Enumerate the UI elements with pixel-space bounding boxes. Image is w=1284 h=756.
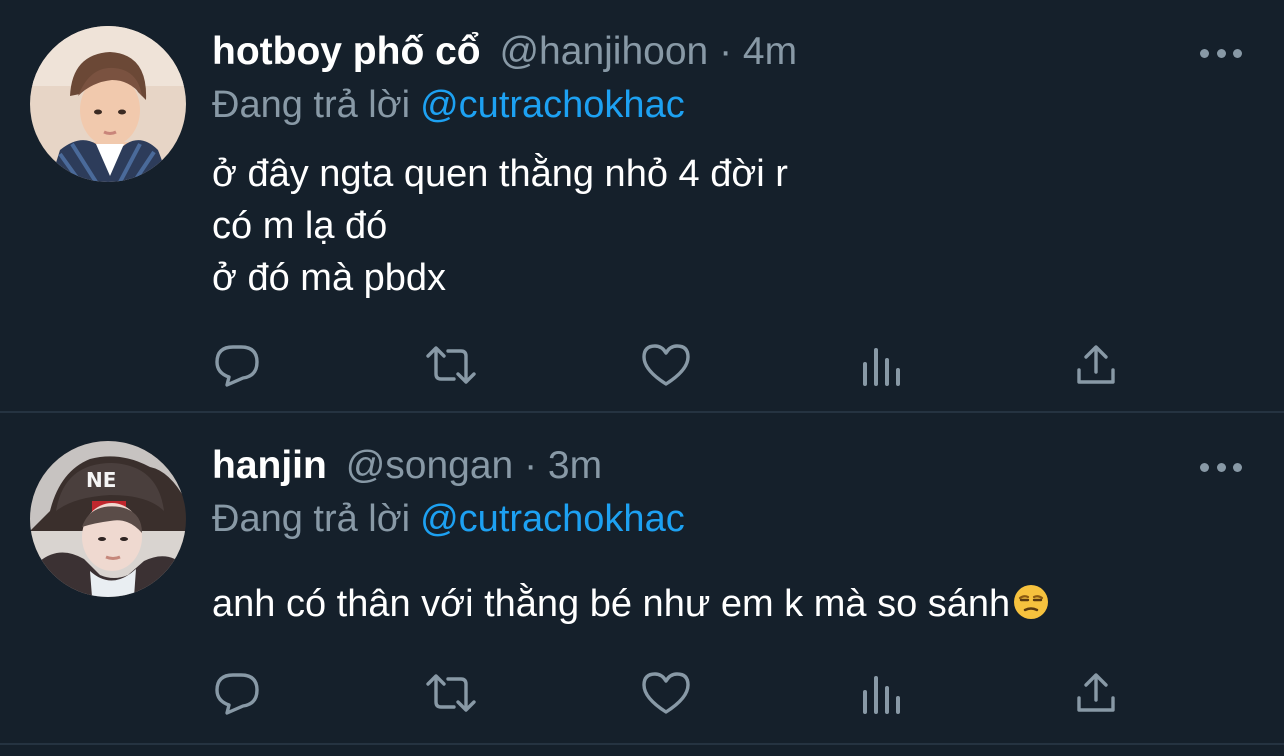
heart-icon[interactable] (639, 670, 693, 716)
tweet-text: ở đây ngta quen thằng nhỏ 4 đời r có m l… (212, 148, 788, 304)
timestamp[interactable]: 3m (548, 444, 602, 487)
user-handle[interactable]: @songan (346, 444, 514, 487)
retweet-icon[interactable] (424, 670, 478, 716)
tweet[interactable]: NE hanjin @songan · 3m Đang trả lời @cut… (0, 414, 1284, 743)
share-icon[interactable] (1069, 342, 1123, 388)
separator-dot: · (524, 444, 538, 487)
display-name[interactable]: hotboy phố cổ (212, 30, 481, 73)
replying-to-label: Đang trả lời (212, 498, 411, 540)
more-dot (1233, 462, 1242, 472)
tweet-text-line: ở đó mà pbdx (212, 257, 447, 299)
display-name[interactable]: hanjin (212, 444, 327, 487)
tweet-text-line: có m lạ đó (212, 205, 388, 247)
more-dot (1200, 48, 1209, 58)
analytics-icon[interactable] (854, 342, 908, 388)
comment-bubble-icon[interactable] (210, 670, 264, 716)
more-dot (1216, 462, 1226, 472)
timestamp[interactable]: 4m (743, 30, 797, 73)
heart-icon[interactable] (639, 342, 693, 388)
retweet-icon[interactable] (424, 342, 478, 388)
replying-to-link[interactable]: @cutrachokhac (420, 498, 685, 540)
avatar[interactable]: NE (30, 441, 186, 597)
share-icon[interactable] (1069, 670, 1123, 716)
more-dot (1216, 48, 1226, 58)
separator-dot: · (719, 30, 733, 73)
action-bar (212, 342, 1132, 388)
comment-bubble-icon[interactable] (210, 342, 264, 388)
avatar[interactable] (30, 26, 186, 182)
user-handle[interactable]: @hanjihoon (499, 30, 708, 73)
tweet-divider (0, 411, 1284, 413)
replying-to: Đang trả lời @cutrachokhac (212, 82, 685, 128)
more-dot (1200, 462, 1209, 472)
tweet-header: hanjin @songan · 3m (212, 442, 602, 490)
more-options-icon[interactable] (1200, 452, 1242, 482)
more-dot (1233, 48, 1242, 58)
tweet[interactable]: hotboy phố cổ @hanjihoon · 4m Đang trả l… (0, 0, 1284, 412)
tweet-text: anh có thân với thằng bé như em k mà so … (212, 578, 1050, 630)
tweet-text-content: anh có thân với thằng bé như em k mà so … (212, 583, 1011, 625)
action-bar (212, 670, 1132, 716)
svg-text:NE: NE (86, 468, 116, 492)
more-options-icon[interactable] (1200, 38, 1242, 68)
unamused-face-icon (1012, 583, 1050, 621)
analytics-icon[interactable] (854, 670, 908, 716)
tweet-divider (0, 743, 1284, 745)
tweet-feed: hotboy phố cổ @hanjihoon · 4m Đang trả l… (0, 0, 1284, 756)
tweet-text-line: anh có thân với thằng bé như em k mà so … (212, 578, 1050, 630)
tweet-header: hotboy phố cổ @hanjihoon · 4m (212, 28, 797, 76)
replying-to-label: Đang trả lời (212, 84, 411, 126)
replying-to: Đang trả lời @cutrachokhac (212, 496, 685, 542)
tweet-text-line: ở đây ngta quen thằng nhỏ 4 đời r (212, 153, 788, 195)
replying-to-link[interactable]: @cutrachokhac (420, 84, 685, 126)
